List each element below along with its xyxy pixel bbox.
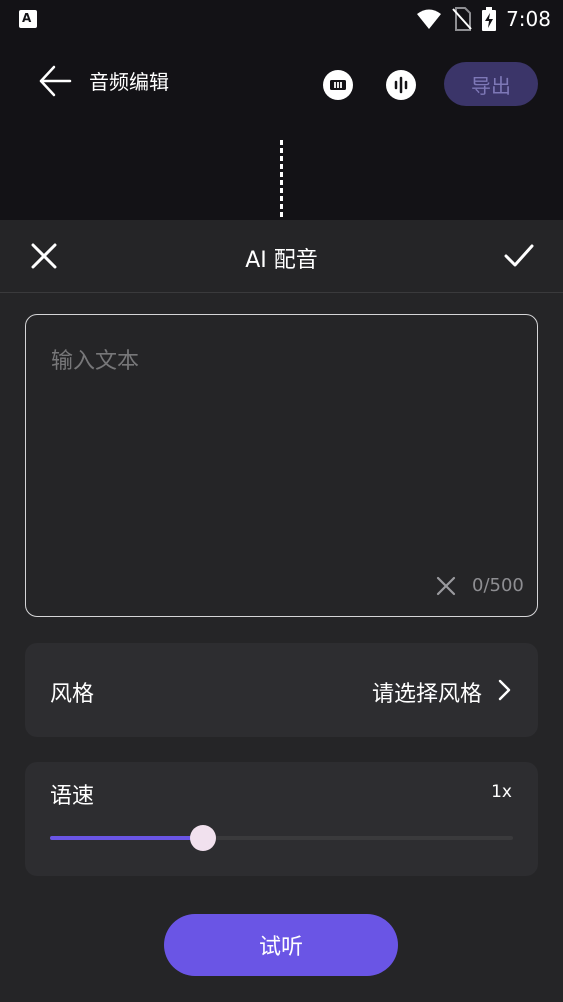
- style-value: 请选择风格: [371, 682, 482, 707]
- status-icons: 7:08: [416, 6, 551, 32]
- speed-slider[interactable]: [50, 825, 513, 851]
- clear-text-icon[interactable]: [435, 575, 457, 597]
- text-input-field[interactable]: 输入文本 0/500: [25, 314, 538, 617]
- status-bar: A 7:08: [0, 0, 563, 38]
- back-arrow-icon[interactable]: [38, 64, 72, 98]
- speed-value: 1x: [491, 782, 512, 802]
- character-counter: 0/500: [472, 575, 524, 596]
- sheet-header: AI 配音: [0, 220, 563, 293]
- confirm-check-icon[interactable]: [502, 238, 536, 272]
- export-button[interactable]: 导出: [444, 62, 538, 106]
- audio-clip-glyph: [330, 80, 346, 90]
- status-time: 7:08: [506, 7, 551, 31]
- waveform-glyph: [394, 76, 408, 94]
- battery-charging-icon: [482, 7, 497, 31]
- style-selector-row[interactable]: 风格 请选择风格: [25, 643, 538, 737]
- text-input-placeholder: 输入文本: [51, 349, 140, 374]
- speed-control-row: 语速 1x: [25, 762, 538, 876]
- timeline-playhead[interactable]: [280, 140, 283, 220]
- style-label: 风格: [50, 682, 95, 707]
- wifi-icon: [417, 9, 442, 29]
- audio-clip-icon[interactable]: [323, 70, 353, 100]
- sheet-title: AI 配音: [245, 248, 318, 273]
- speed-label: 语速: [50, 784, 95, 809]
- speed-slider-thumb[interactable]: [190, 825, 216, 851]
- preview-listen-button[interactable]: 试听: [164, 914, 398, 976]
- page-title: 音频编辑: [89, 70, 169, 94]
- speed-slider-fill: [50, 836, 203, 840]
- app-notification-icon: A: [19, 10, 37, 28]
- ai-voiceover-sheet: AI 配音 输入文本 0/500 风格 请选择风格 语速 1x 试听: [0, 220, 563, 1002]
- no-sim-icon: [452, 7, 472, 31]
- waveform-icon[interactable]: [386, 70, 416, 100]
- audio-editor-header: 音频编辑 导出: [0, 38, 563, 220]
- chevron-right-icon: [498, 679, 511, 701]
